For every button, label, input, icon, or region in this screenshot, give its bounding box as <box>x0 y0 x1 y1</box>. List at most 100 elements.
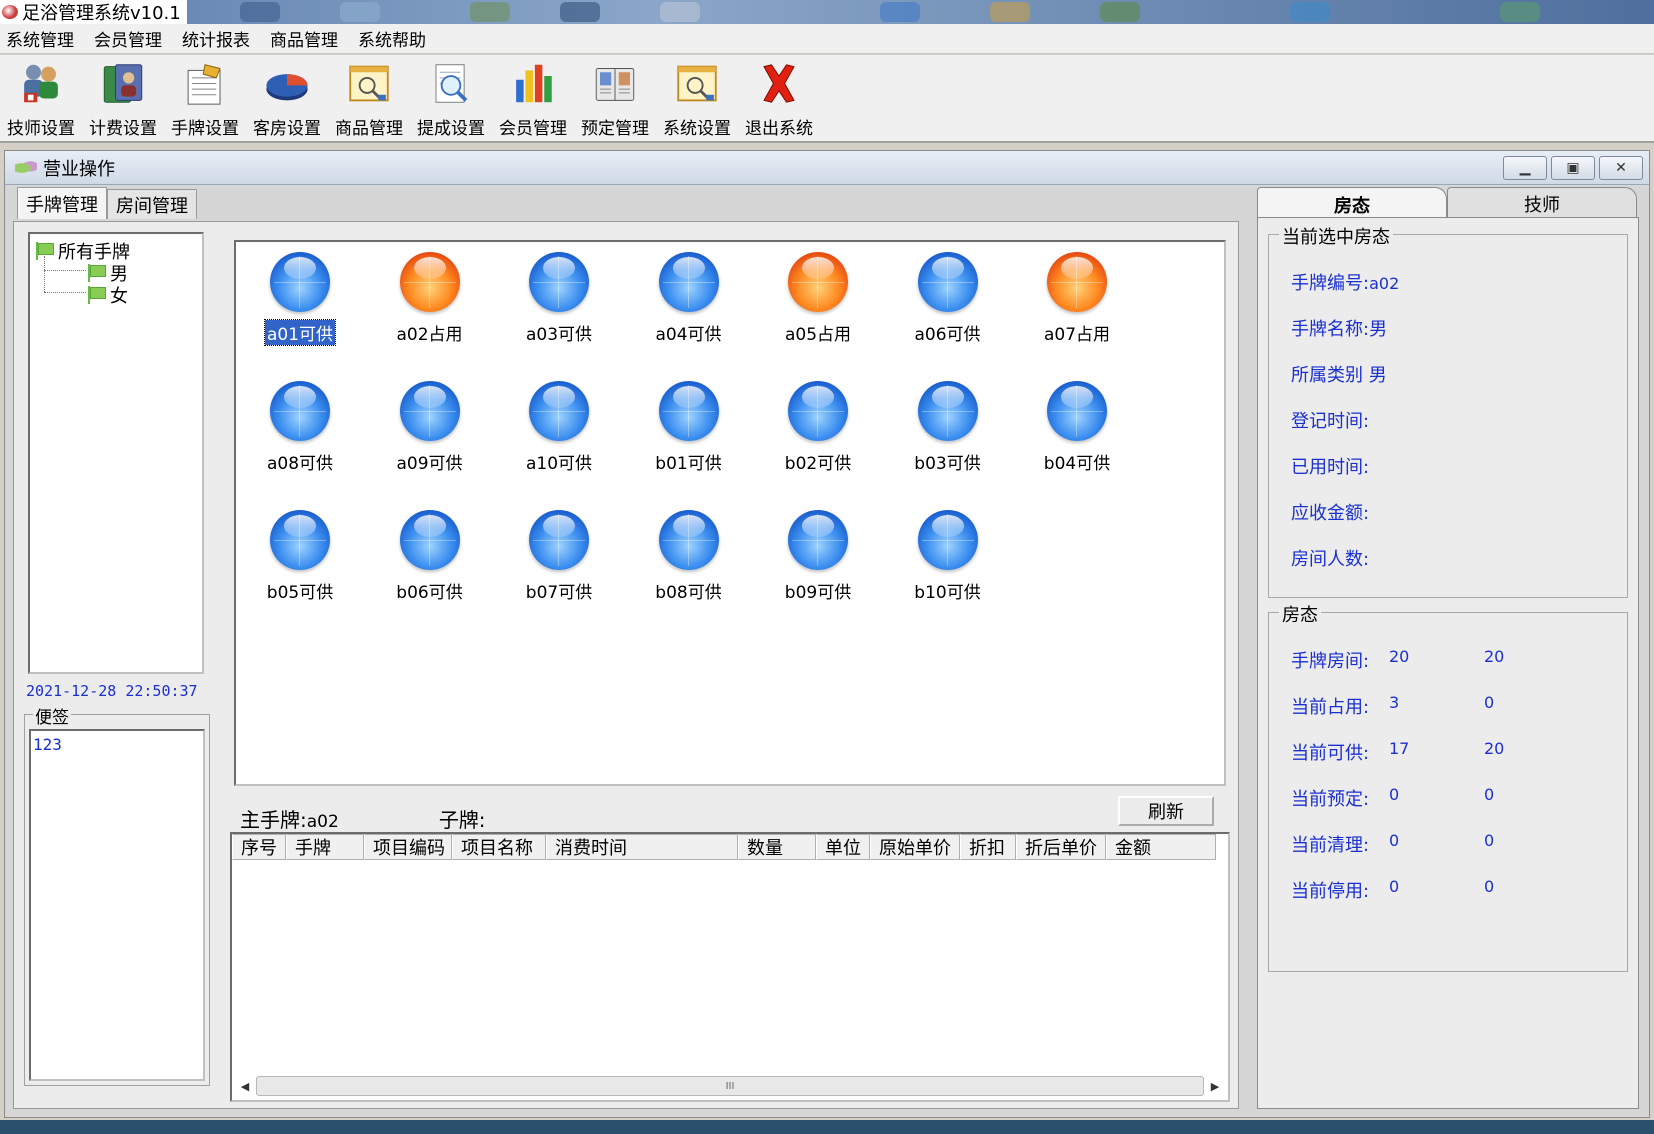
hand-tag-item[interactable]: a07占用 <box>1017 242 1137 352</box>
hand-tag-item[interactable]: a01可供 <box>240 242 360 352</box>
close-button[interactable]: ✕ <box>1599 156 1643 180</box>
tool-label: 提成设置 <box>417 119 485 139</box>
guest-room-settings-icon <box>266 74 308 101</box>
hand-tag-item[interactable]: b07可供 <box>499 500 619 610</box>
current-status-group: 当前选中房态 手牌编号:a02 手牌名称:男 所属类别 男 登记时间: 已用时间… <box>1268 223 1628 598</box>
system-settings-button[interactable]: 系统设置 <box>656 55 738 139</box>
close-icon: ✕ <box>1615 160 1627 176</box>
menu-products[interactable]: 商品管理 <box>270 26 338 51</box>
menu-help[interactable]: 系统帮助 <box>358 26 426 51</box>
column-header[interactable]: 序号 <box>232 834 286 860</box>
available-orb-icon <box>658 252 719 312</box>
stat-value: 0 <box>1389 877 1400 896</box>
hand-tag-item[interactable]: b01可供 <box>629 371 749 481</box>
tab-room-management[interactable]: 房间管理 <box>107 189 197 219</box>
tree-item-female[interactable]: 女 <box>86 282 128 308</box>
hand-tag-item[interactable]: b09可供 <box>758 500 878 610</box>
member-management-button[interactable]: 会员管理 <box>492 55 574 139</box>
stat-row: 当前停用: 0 0 <box>1291 877 1494 903</box>
stat-label: 当前清理: <box>1291 835 1370 856</box>
hand-tag-item[interactable]: b08可供 <box>629 500 749 610</box>
hand-tag-item[interactable]: b03可供 <box>888 371 1008 481</box>
stat-label: 当前可供: <box>1291 743 1370 764</box>
scroll-right-icon[interactable]: ▶ <box>1204 1075 1226 1097</box>
billing-settings-icon <box>103 64 143 103</box>
restore-icon: ▣ <box>1566 160 1580 176</box>
room-status-panel: 当前选中房态 手牌编号:a02 手牌名称:男 所属类别 男 登记时间: 已用时间… <box>1257 217 1639 1109</box>
column-header[interactable]: 项目编码 <box>364 834 452 860</box>
stat-label: 当前占用: <box>1291 697 1370 718</box>
column-header[interactable]: 折扣 <box>960 834 1016 860</box>
notes-legend: 便签 <box>33 703 71 728</box>
hand-tag-label: a08可供 <box>266 454 334 474</box>
notes-textarea[interactable]: 123 <box>29 729 205 1081</box>
stat-label: 当前停用: <box>1291 881 1370 902</box>
main-tag-label: 主手牌: <box>240 808 307 832</box>
menu-member[interactable]: 会员管理 <box>94 26 162 51</box>
stat-value: 17 <box>1389 739 1410 758</box>
info-tag-number: 手牌编号:a02 <box>1291 269 1399 295</box>
stat-value: 0 <box>1484 693 1495 712</box>
occupied-orb-icon <box>788 252 848 312</box>
leaf-icon <box>15 159 37 176</box>
stat-value: 0 <box>1389 831 1400 850</box>
hand-tag-item[interactable]: a08可供 <box>240 371 360 481</box>
hand-tag-settings-button[interactable]: 手牌设置 <box>164 55 246 139</box>
hand-tag-item[interactable]: a05占用 <box>758 242 878 352</box>
info-used-time: 已用时间: <box>1291 453 1369 479</box>
hand-tag-item[interactable]: b10可供 <box>888 500 1008 610</box>
tab-technician[interactable]: 技师 <box>1447 187 1637 219</box>
product-management-button[interactable]: 商品管理 <box>328 55 410 139</box>
tab-tag-management[interactable]: 手牌管理 <box>17 187 107 219</box>
info-label: 手牌名称: <box>1291 319 1370 340</box>
restore-button[interactable]: ▣ <box>1551 156 1595 180</box>
hand-tag-item[interactable]: b06可供 <box>370 500 490 610</box>
scroll-left-icon[interactable]: ◀ <box>234 1075 256 1097</box>
hand-tag-item[interactable]: a04可供 <box>629 242 749 352</box>
billing-settings-button[interactable]: 计费设置 <box>82 55 164 139</box>
column-header[interactable]: 原始单价 <box>870 834 960 860</box>
room-status-group: 房态 手牌房间: 20 20 当前占用: 3 0 当前可供: 17 20 当前预定: 0 0 当… <box>1268 601 1628 972</box>
hand-tag-item[interactable]: a10可供 <box>499 371 619 481</box>
flag-icon <box>86 264 106 282</box>
hand-tag-item[interactable]: a09可供 <box>370 371 490 481</box>
hand-tag-item[interactable]: b02可供 <box>758 371 878 481</box>
tool-label: 系统设置 <box>663 119 731 139</box>
hand-tag-label: b10可供 <box>914 583 981 603</box>
tab-room-status[interactable]: 房态 <box>1257 187 1447 221</box>
scroll-thumb[interactable]: III <box>256 1076 1204 1096</box>
minimize-button[interactable]: ▁ <box>1503 156 1547 180</box>
exit-system-button[interactable]: 退出系统 <box>738 55 820 139</box>
tree-line <box>44 270 86 271</box>
info-amount-due: 应收金额: <box>1291 499 1369 525</box>
column-header[interactable]: 折后单价 <box>1016 834 1106 860</box>
horizontal-scrollbar[interactable]: ◀ III ▶ <box>234 1074 1226 1098</box>
hand-tag-label: a01可供 <box>263 319 337 346</box>
column-header[interactable]: 数量 <box>738 834 816 860</box>
column-header[interactable]: 单位 <box>816 834 870 860</box>
menu-reports[interactable]: 统计报表 <box>182 26 250 51</box>
hand-tag-item[interactable]: a03可供 <box>499 242 619 352</box>
menu-system[interactable]: 系统管理 <box>6 26 74 51</box>
occupied-orb-icon <box>399 252 460 312</box>
info-label: 所属类别 <box>1291 365 1363 386</box>
column-header[interactable]: 金额 <box>1106 834 1216 860</box>
hand-tag-item[interactable]: b04可供 <box>1017 371 1137 481</box>
column-header[interactable]: 消费时间 <box>546 834 738 860</box>
guest-room-settings-button[interactable]: 客房设置 <box>246 55 328 139</box>
minimize-icon: ▁ <box>1519 160 1531 176</box>
stat-row: 手牌房间: 20 20 <box>1291 647 1504 673</box>
reservation-management-button[interactable]: 预定管理 <box>574 55 656 139</box>
technician-settings-button[interactable]: 技师设置 <box>0 55 82 139</box>
column-header[interactable]: 项目名称 <box>452 834 546 860</box>
hand-tag-label: a07占用 <box>1043 325 1111 345</box>
stat-value: 0 <box>1484 785 1495 804</box>
hand-tag-item[interactable]: a06可供 <box>888 242 1008 352</box>
hand-tag-item[interactable]: a02占用 <box>370 242 490 352</box>
refresh-button[interactable]: 刷新 <box>1118 796 1214 826</box>
available-orb-icon <box>1047 381 1107 441</box>
member-management-icon <box>516 64 552 103</box>
commission-settings-button[interactable]: 提成设置 <box>410 55 492 139</box>
column-header[interactable]: 手牌 <box>286 834 364 860</box>
hand-tag-item[interactable]: b05可供 <box>240 500 360 610</box>
